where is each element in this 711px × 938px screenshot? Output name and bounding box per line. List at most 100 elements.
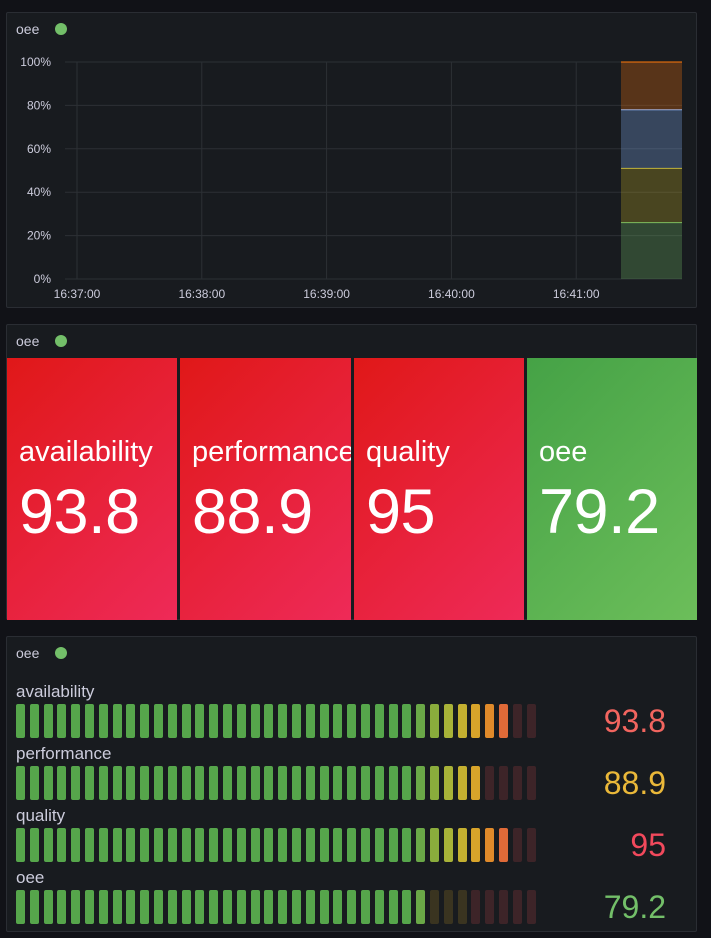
gauge-cell (416, 828, 426, 862)
gauge-cell (278, 828, 288, 862)
area-segment (621, 109, 682, 169)
gauge-cell (512, 828, 522, 862)
x-tick-label: 16:41:00 (553, 287, 600, 301)
stat-oee[interactable]: oee 79.2 (527, 358, 697, 620)
gauge-cell (333, 704, 343, 738)
stat-label: availability (19, 436, 153, 468)
gauge-bar-performance (16, 766, 540, 800)
gauge-cell (98, 890, 108, 924)
gauge-cell (471, 766, 481, 800)
gauge-cell (457, 704, 467, 738)
gauge-cell (195, 890, 205, 924)
panel-header[interactable]: oee (7, 325, 696, 357)
gauge-cell (209, 704, 219, 738)
gauge-cell (292, 828, 301, 862)
gauge-cell (29, 766, 39, 800)
gauge-label-oee: oee (16, 868, 45, 887)
gauge-cell (485, 828, 495, 862)
gauge-cell (512, 704, 522, 738)
gauge-cell (98, 704, 108, 738)
gauge-cell (457, 766, 467, 800)
gauge-bar-oee (16, 890, 540, 924)
gauge-cell (167, 890, 177, 924)
y-tick-label: 0% (34, 272, 52, 286)
y-tick-label: 40% (27, 185, 51, 199)
gauge-cell (333, 828, 343, 862)
gauge-cell (29, 890, 39, 924)
gauge-cell (526, 828, 536, 862)
gauge-cell (430, 828, 439, 862)
gauge-cell (112, 890, 122, 924)
stat-label: oee (539, 436, 588, 468)
stat-value: 93.8 (19, 477, 140, 547)
gauge-cell (250, 890, 260, 924)
stat-availability[interactable]: availability 93.8 (7, 358, 177, 620)
gauge-cell (402, 828, 412, 862)
x-tick-label: 16:40:00 (428, 287, 475, 301)
y-tick-label: 20% (27, 229, 51, 243)
gauge-cell (181, 890, 191, 924)
y-tick-label: 100% (20, 55, 51, 69)
gauge-cell (140, 766, 150, 800)
gauge-cell (167, 766, 177, 800)
gauge-cell (485, 766, 495, 800)
gauge-cell (526, 766, 536, 800)
gauge-cell (154, 704, 163, 738)
gauge-cell (374, 828, 384, 862)
gauge-cell (71, 828, 81, 862)
gauge-bar-quality (16, 828, 540, 862)
gauge-cell (305, 890, 315, 924)
gauge-cell (388, 890, 398, 924)
gauge-cell (16, 704, 25, 738)
gauge-cell (361, 766, 370, 800)
stat-label: quality (366, 436, 450, 468)
gauge-cell (305, 828, 315, 862)
gauge-cell (305, 766, 315, 800)
gauge-cell (29, 704, 39, 738)
gauge-cell (195, 704, 205, 738)
stat-performance[interactable]: performance 88.9 (180, 358, 351, 620)
gauge-cell (154, 890, 163, 924)
gauge-cell (126, 704, 136, 738)
stat-value: 88.9 (192, 477, 313, 547)
gauge-cell (250, 766, 260, 800)
panel-title[interactable]: oee (16, 333, 39, 349)
gauge-cell (223, 890, 232, 924)
gauge-cell (347, 828, 357, 862)
gauge-cell (361, 704, 370, 738)
gauge-cell (305, 704, 315, 738)
gauge-cell (430, 890, 439, 924)
gauge-value-performance: 88.9 (603, 765, 666, 801)
gauge-cell (361, 890, 370, 924)
gauge-cell (181, 828, 191, 862)
gauge-cell (499, 828, 508, 862)
gauge-cell (471, 704, 481, 738)
gauge-cell (319, 766, 329, 800)
gauge-cell (402, 704, 412, 738)
gauge-cell (126, 766, 136, 800)
gauge-cell (250, 828, 260, 862)
gauge-label-performance: performance (16, 744, 112, 763)
gauge-cell (402, 890, 412, 924)
gauge-cell (43, 704, 53, 738)
panel-header[interactable]: oee (7, 637, 696, 669)
gauge-cell (154, 766, 163, 800)
stat-quality[interactable]: quality 95 (354, 358, 524, 620)
area-segment (621, 222, 682, 279)
gauge-cell (443, 704, 453, 738)
gauge-cell (71, 766, 81, 800)
gauge-cell (209, 828, 219, 862)
gauge-cell (347, 766, 357, 800)
gauge-cell (167, 704, 177, 738)
x-tick-label: 16:39:00 (303, 287, 350, 301)
gauge-cell (416, 890, 426, 924)
stat-value: 95 (366, 477, 436, 547)
gauge-cell (292, 890, 301, 924)
gauge-cell (512, 890, 522, 924)
panel-title[interactable]: oee (16, 645, 39, 661)
gauge-cell (154, 828, 163, 862)
gauge-cell (85, 704, 94, 738)
gauge-cell (236, 828, 246, 862)
gauge-cell (167, 828, 177, 862)
gauge-cell (347, 704, 357, 738)
